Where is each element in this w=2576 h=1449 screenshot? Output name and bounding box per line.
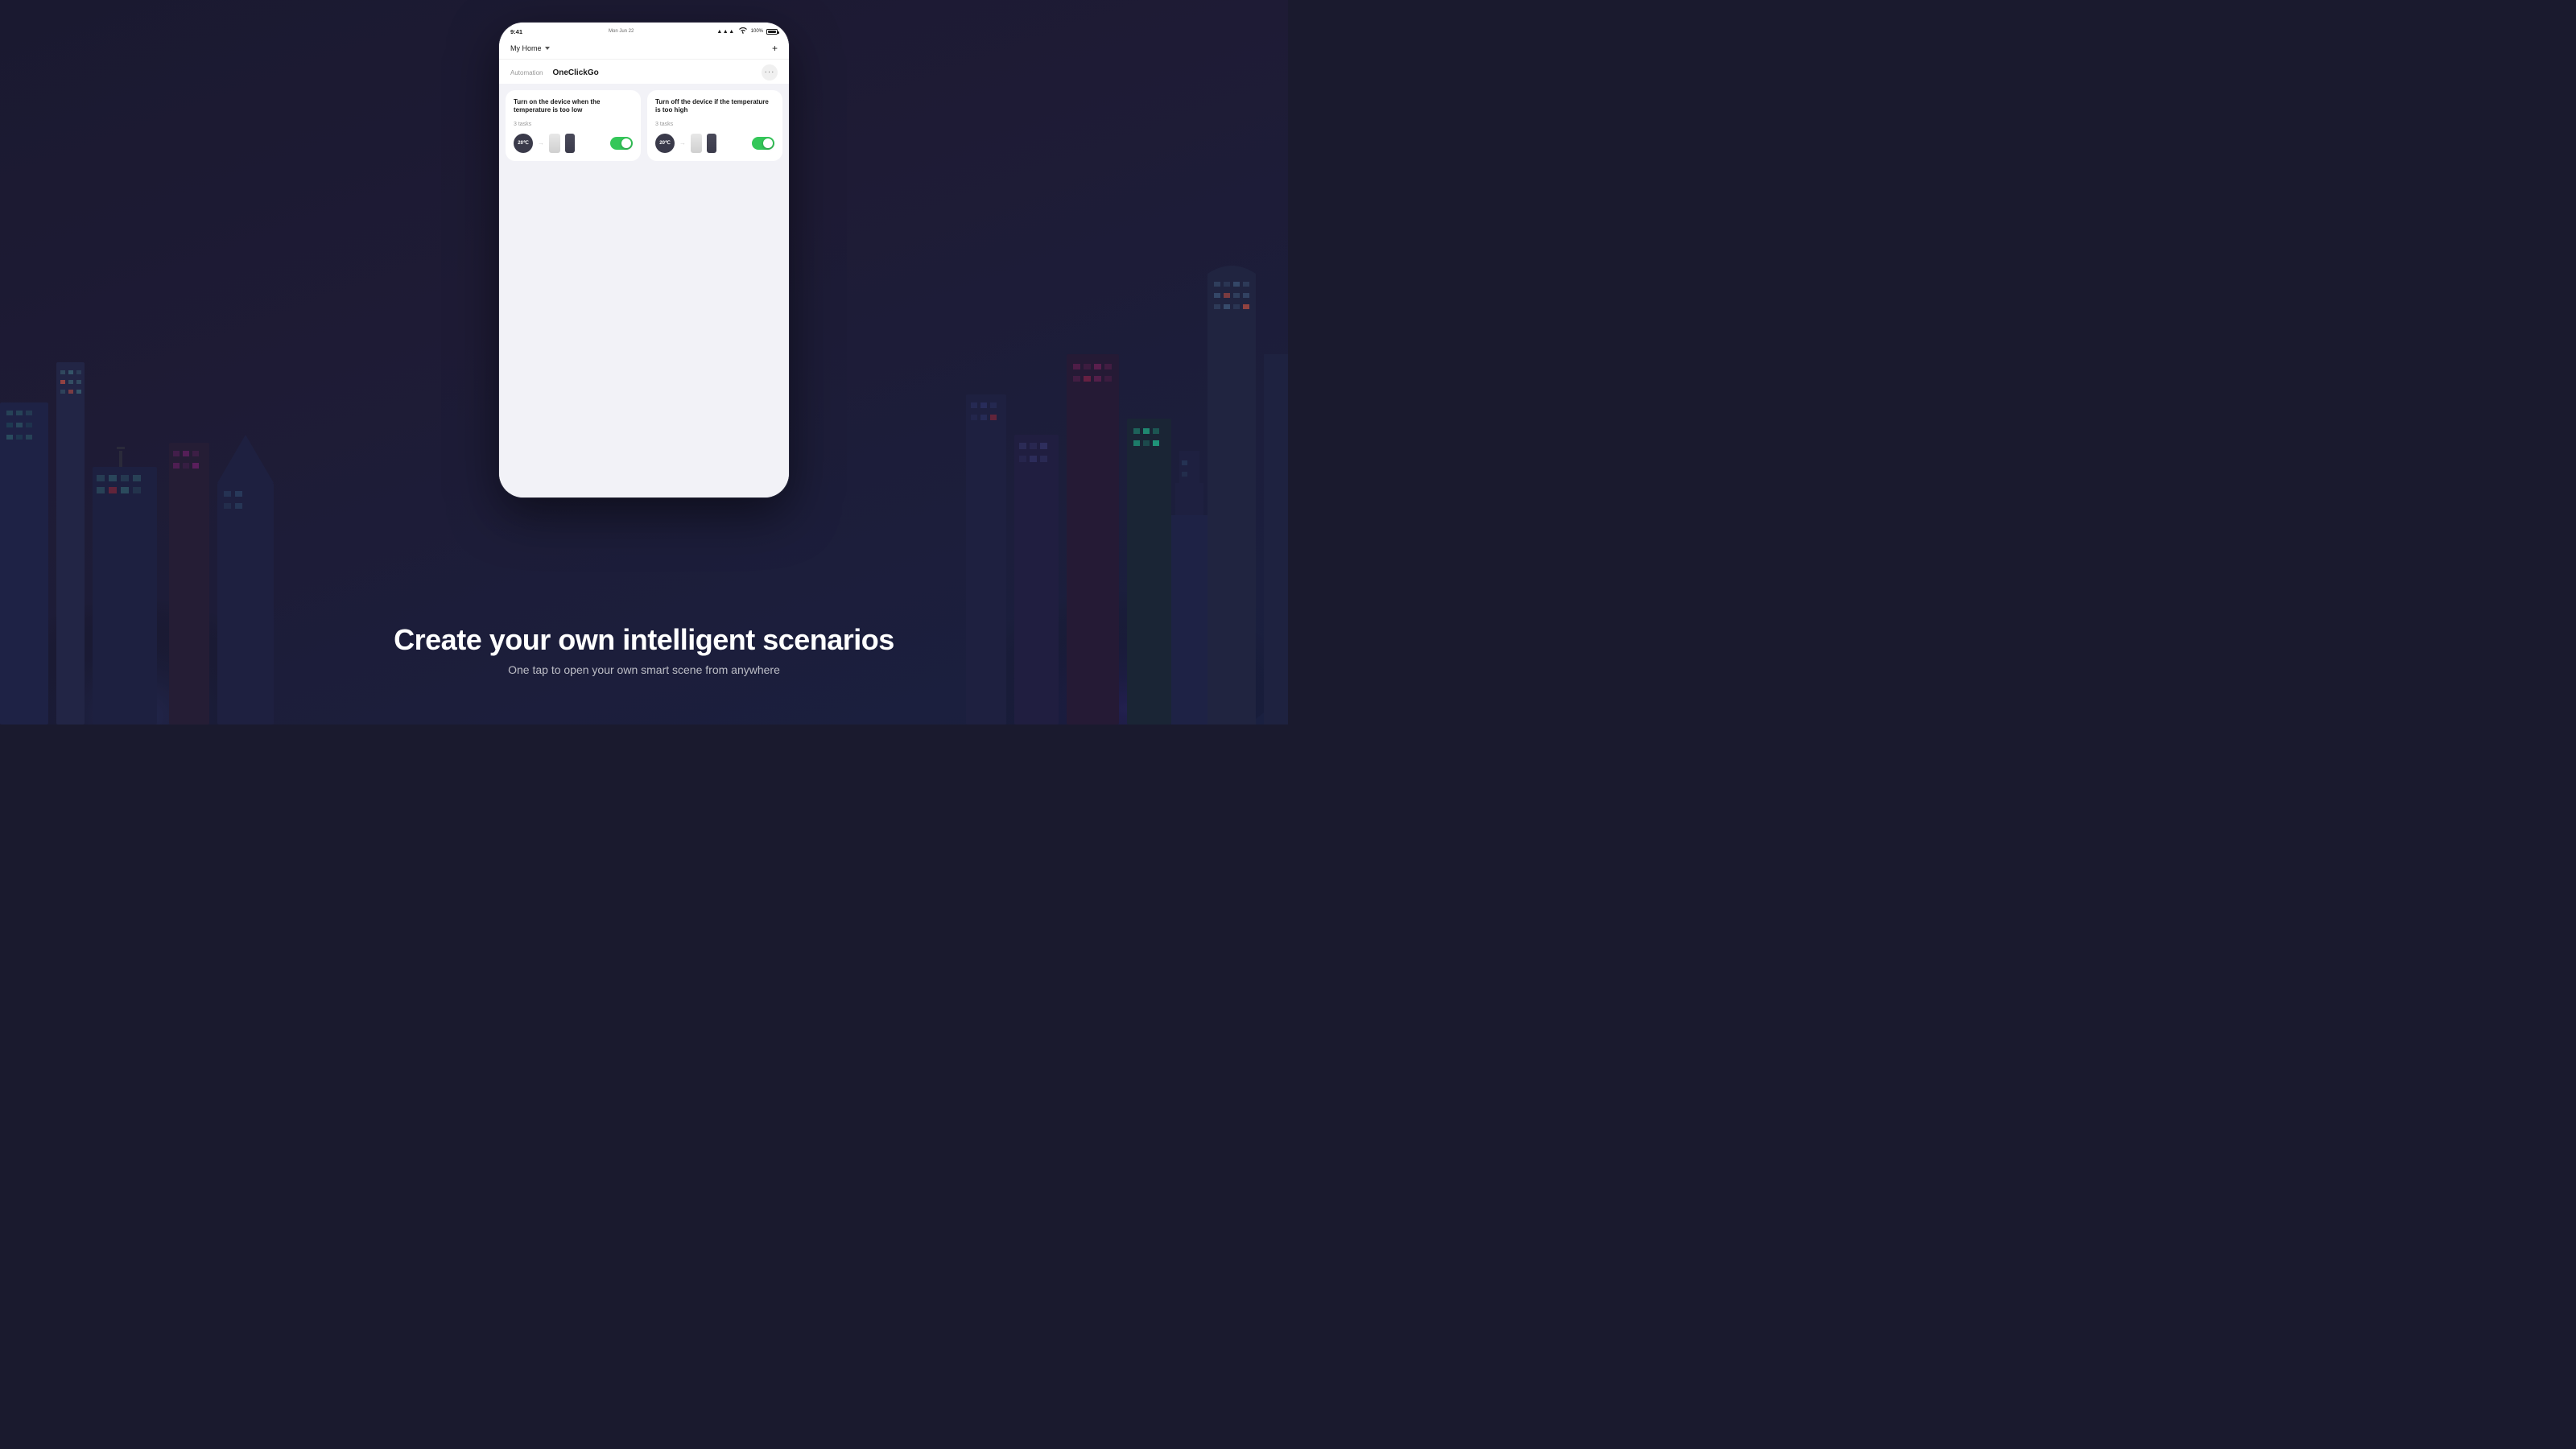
add-button[interactable]: + — [772, 43, 778, 54]
chevron-down-icon — [545, 47, 550, 50]
subheadline-text: One tap to open your own smart scene fro… — [16, 663, 1272, 676]
toggle-1[interactable] — [610, 137, 633, 150]
tab-automation[interactable]: Automation — [510, 69, 543, 76]
home-title-group[interactable]: My Home — [510, 44, 550, 52]
device-icon-2a — [691, 134, 702, 153]
automation-card-1[interactable]: Turn on the device when the temperature … — [506, 90, 641, 161]
top-nav: My Home + — [499, 39, 789, 60]
card-1-tasks: 3 tasks — [514, 122, 633, 127]
card-1-bottom: 20℃ → — [514, 134, 633, 153]
status-time: 9:41 — [510, 28, 522, 35]
tab-bar: Automation OneClickGo ··· — [499, 60, 789, 84]
temp-bubble-2: 20℃ — [655, 134, 675, 153]
footer-section: Create your own intelligent scenarios On… — [0, 623, 1288, 676]
toggle-thumb-1 — [621, 138, 631, 148]
device-icon-2b — [707, 134, 716, 153]
battery-text: 100% — [751, 29, 763, 34]
arrow-icon-2: → — [679, 139, 686, 147]
toggle-2[interactable] — [752, 137, 774, 150]
tab-group: Automation OneClickGo — [510, 68, 599, 77]
wifi-icon — [739, 27, 747, 35]
temp-bubble-1: 20℃ — [514, 134, 533, 153]
card-1-title: Turn on the device when the temperature … — [514, 98, 633, 115]
status-date: Mon Jun 22 — [609, 29, 634, 34]
battery-icon — [766, 29, 778, 35]
headline-text: Create your own intelligent scenarios — [16, 623, 1272, 657]
temp-value-1: 20℃ — [518, 140, 528, 146]
more-dots-icon: ··· — [765, 68, 775, 76]
home-title-text: My Home — [510, 44, 542, 52]
signal-icon: ▲▲▲ — [716, 29, 734, 35]
status-icons: ▲▲▲ 100% — [716, 27, 778, 35]
status-bar: 9:41 Mon Jun 22 ▲▲▲ 100% — [499, 23, 789, 39]
more-options-button[interactable]: ··· — [762, 64, 778, 80]
content-area: Turn on the device when the temperature … — [499, 84, 789, 497]
temp-value-2: 20℃ — [659, 140, 670, 146]
toggle-thumb-2 — [763, 138, 773, 148]
automation-cards-row: Turn on the device when the temperature … — [506, 90, 782, 161]
phone-frame: 9:41 Mon Jun 22 ▲▲▲ 100% My Home — [499, 23, 789, 497]
tab-oneclickgo[interactable]: OneClickGo — [552, 68, 598, 77]
card-2-tasks: 3 tasks — [655, 122, 774, 127]
arrow-icon-1: → — [538, 139, 544, 147]
card-2-title: Turn off the device if the temperature i… — [655, 98, 774, 115]
device-icon-1b — [565, 134, 575, 153]
card-2-bottom: 20℃ → — [655, 134, 774, 153]
device-icon-1a — [549, 134, 560, 153]
bottom-fade — [506, 167, 782, 491]
automation-card-2[interactable]: Turn off the device if the temperature i… — [647, 90, 782, 161]
